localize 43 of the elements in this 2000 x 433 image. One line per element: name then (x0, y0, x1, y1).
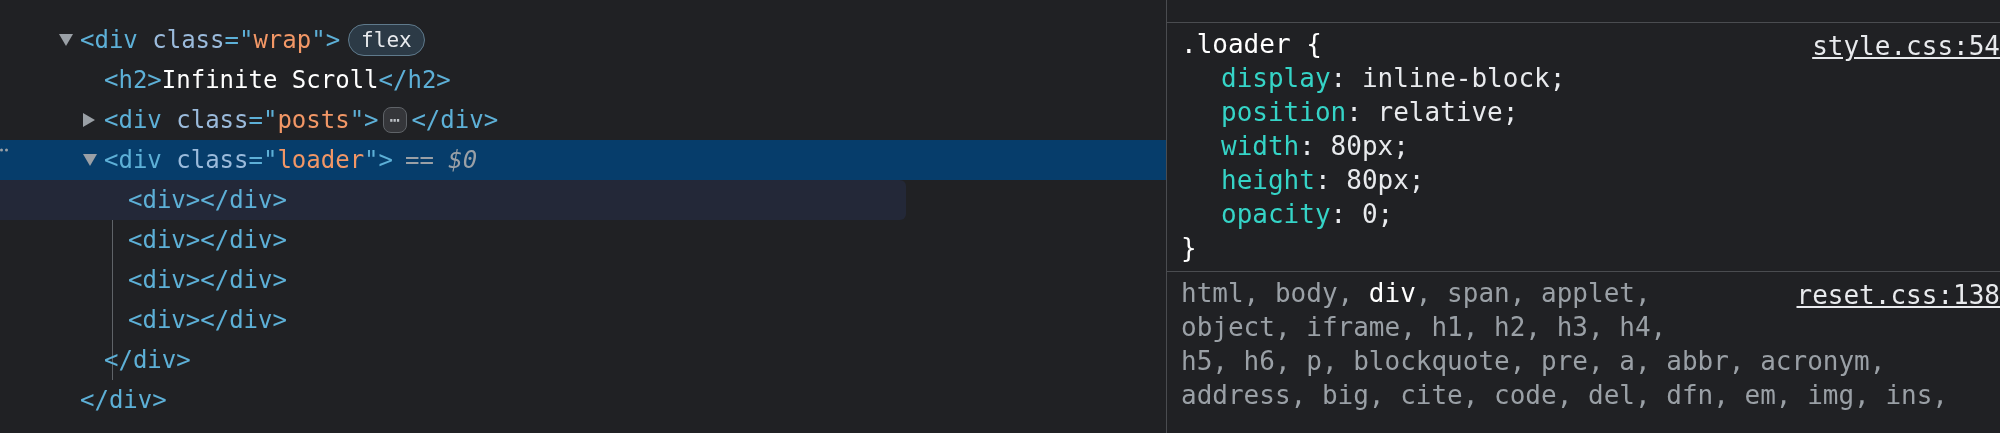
property-value[interactable]: relative; (1377, 97, 1519, 127)
node-markup[interactable]: <div class="wrap"> (80, 20, 341, 60)
property-value[interactable]: 80px; (1346, 165, 1425, 195)
node-menu-icon[interactable] (0, 148, 8, 152)
hovered-node-row[interactable]: <div></div> (0, 180, 906, 220)
layout-badge[interactable]: flex (348, 24, 425, 56)
rule-selector: object, iframe, h1, h2, h3, h4, (1181, 311, 1667, 344)
property-name[interactable]: opacity (1221, 199, 1331, 229)
collapsed-content-button[interactable]: ⋯ (382, 107, 408, 133)
property-colon: : (1299, 131, 1316, 161)
node-markup[interactable]: <div class="posts"> (104, 100, 379, 140)
node-markup[interactable]: <div class="loader"> (104, 140, 393, 180)
closing-brace: } (1181, 232, 1197, 265)
node-markup[interactable]: <div></div> (128, 260, 287, 300)
rule-selector: h5, h6, p, blockquote, pre, a, abbr, acronym, (1181, 345, 1886, 378)
collapsed-arrow-icon[interactable] (82, 112, 96, 128)
closing-tag: </div> (104, 340, 191, 380)
source-link[interactable]: style.css:54 (1812, 29, 2000, 63)
property-value[interactable]: 0; (1361, 199, 1394, 229)
property-colon: : (1346, 97, 1363, 127)
property-name[interactable]: width (1221, 131, 1300, 161)
node-reference: == $0 (405, 145, 478, 176)
expanded-arrow-icon[interactable] (82, 153, 98, 167)
property-name[interactable]: position (1221, 97, 1347, 127)
rule-selector: html, body, div, span, applet, (1181, 277, 1651, 310)
closing-tag: </div> (411, 100, 499, 140)
node-markup[interactable]: <div></div> (128, 180, 287, 220)
property-value[interactable]: 80px; (1330, 131, 1409, 161)
property-value[interactable]: inline-block; (1361, 63, 1566, 93)
property-colon: : (1330, 199, 1348, 229)
rule-selector: address, big, cite, code, del, dfn, em, img, ins, (1181, 379, 1948, 412)
expanded-arrow-icon[interactable] (58, 33, 74, 47)
property-name[interactable]: height (1221, 165, 1315, 195)
source-link[interactable]: reset.css:138 (1796, 278, 2000, 312)
node-markup[interactable]: <h2>Infinite Scroll</h2> (104, 60, 451, 100)
rule-selector: .loader { (1181, 28, 1322, 61)
selected-node-row[interactable]: <div class="loader"> == $0 (0, 140, 1166, 180)
property-colon: : (1314, 165, 1332, 195)
property-name[interactable]: display (1221, 63, 1331, 93)
node-markup[interactable]: <div></div> (128, 300, 287, 340)
node-markup[interactable]: <div></div> (128, 220, 287, 260)
property-colon: : (1330, 63, 1348, 93)
closing-tag: </div> (80, 380, 167, 420)
